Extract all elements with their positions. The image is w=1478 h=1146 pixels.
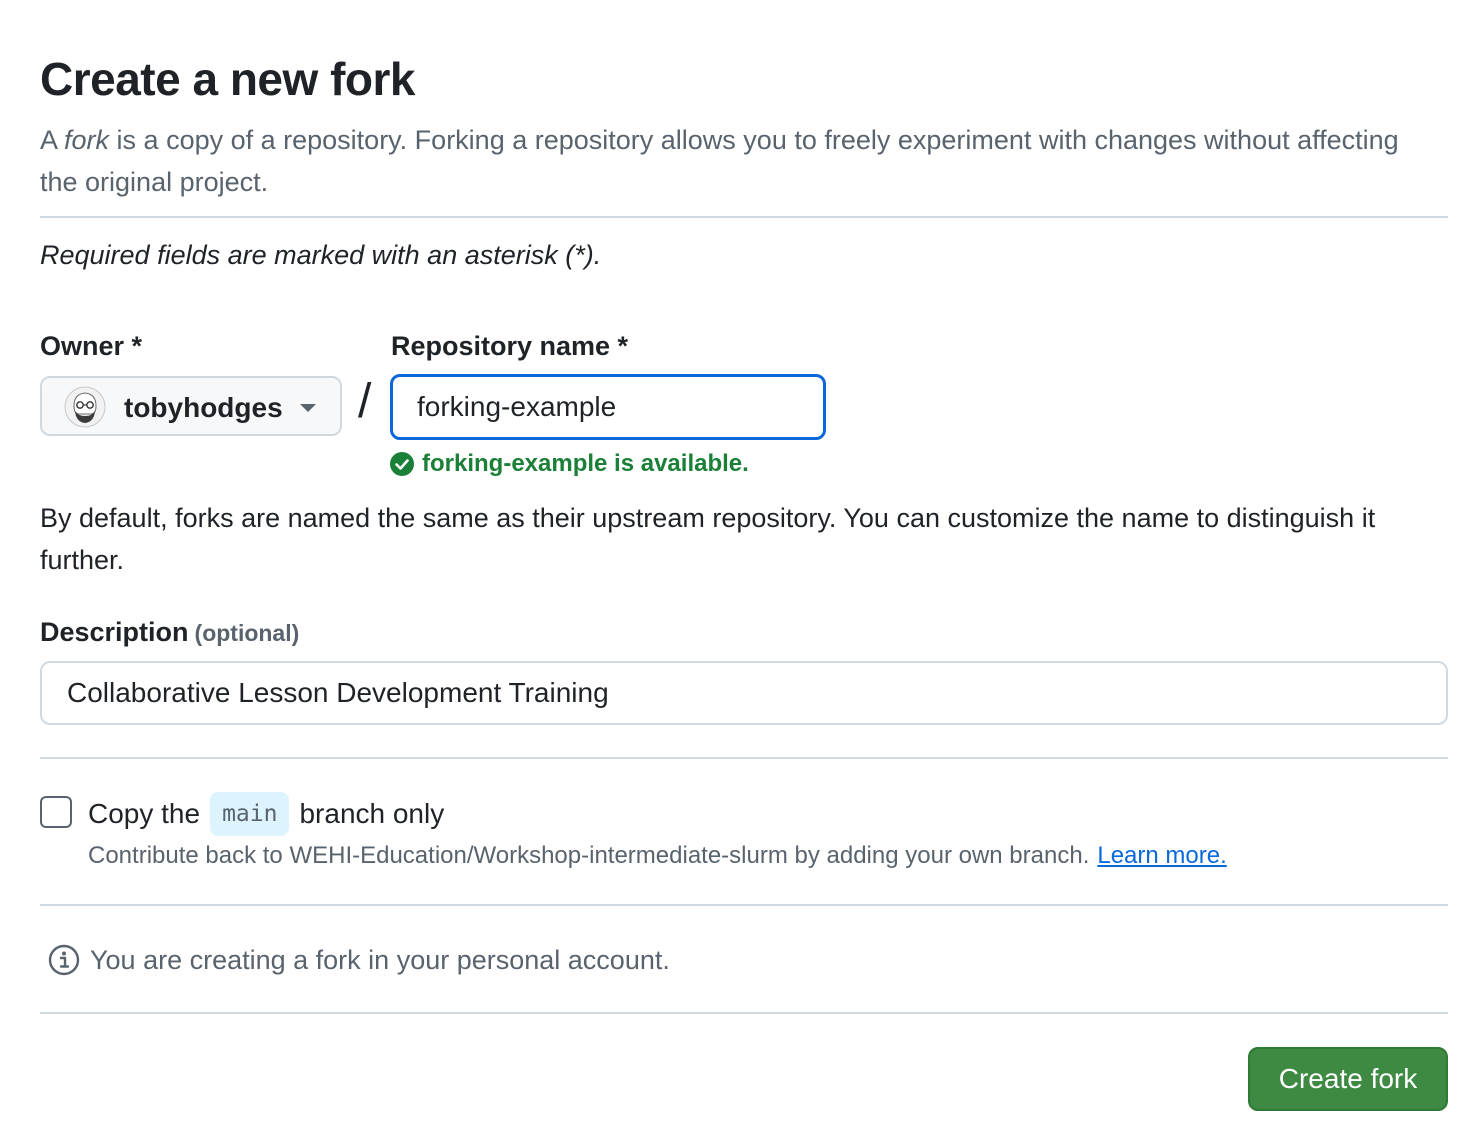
intro-text: A fork is a copy of a repository. Forkin… bbox=[40, 119, 1440, 203]
required-note: Required fields are marked with an aster… bbox=[40, 240, 602, 270]
info-text: You are creating a fork in your personal… bbox=[90, 944, 670, 975]
owner-label: Owner * bbox=[40, 331, 143, 361]
avatar bbox=[64, 386, 106, 428]
owner-name: tobyhodges bbox=[124, 392, 283, 423]
copy-branch-prefix: Copy the bbox=[88, 798, 201, 829]
copy-branch-suffix: branch only bbox=[299, 798, 445, 829]
check-circle-icon bbox=[390, 452, 414, 476]
info-icon bbox=[48, 944, 80, 976]
divider bbox=[40, 216, 1448, 218]
intro-emphasis: fork bbox=[64, 125, 110, 155]
divider bbox=[40, 904, 1448, 906]
divider bbox=[40, 1012, 1448, 1014]
repository-name-input[interactable] bbox=[390, 374, 826, 440]
copy-branch-label[interactable]: Copy the main branch only bbox=[88, 792, 444, 836]
chevron-down-icon bbox=[300, 404, 316, 412]
availability-text: forking-example is available. bbox=[422, 450, 749, 477]
intro-rest: is a copy of a repository. Forking a rep… bbox=[40, 125, 1399, 197]
personal-account-info: You are creating a fork in your personal… bbox=[48, 944, 670, 976]
copy-branch-help: Contribute back to WEHI-Education/Worksh… bbox=[88, 842, 1227, 870]
intro-prefix: A bbox=[40, 125, 65, 155]
repository-name-label: Repository name * bbox=[391, 331, 629, 361]
default-name-note: By default, forks are named the same as … bbox=[40, 503, 1376, 575]
owner-repo-separator: / bbox=[358, 375, 372, 428]
description-label-text: Description bbox=[40, 617, 189, 647]
divider bbox=[40, 757, 1448, 759]
page-title: Create a new fork bbox=[40, 53, 415, 105]
copy-main-branch-checkbox[interactable] bbox=[40, 796, 72, 828]
create-fork-button[interactable]: Create fork bbox=[1248, 1047, 1448, 1111]
copy-branch-help-text: Contribute back to WEHI-Education/Worksh… bbox=[88, 842, 1090, 869]
description-input[interactable] bbox=[40, 661, 1448, 725]
description-label: Description (optional) bbox=[40, 617, 299, 648]
branch-name-code: main bbox=[210, 792, 290, 836]
availability-message: forking-example is available. bbox=[390, 450, 749, 478]
owner-select[interactable]: tobyhodges bbox=[40, 376, 342, 436]
optional-tag: (optional) bbox=[194, 620, 300, 646]
learn-more-link[interactable]: Learn more. bbox=[1097, 842, 1226, 869]
